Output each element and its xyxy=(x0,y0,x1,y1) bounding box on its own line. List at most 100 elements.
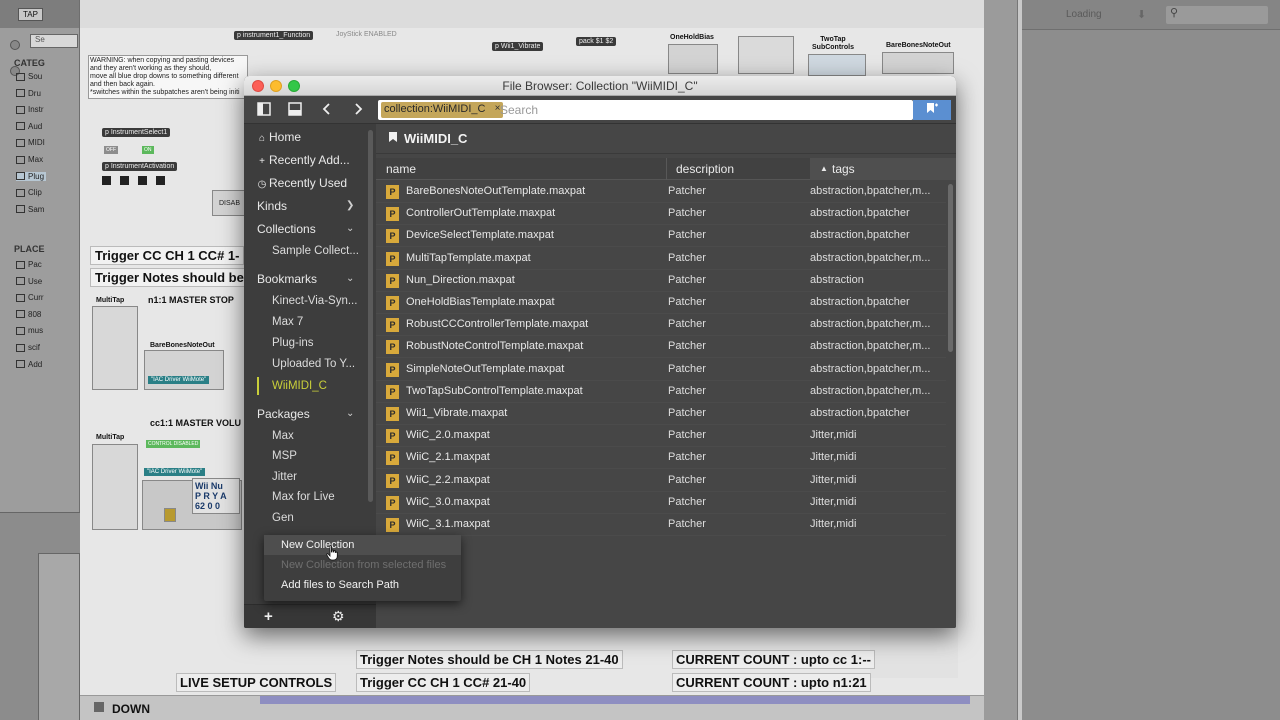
table-row[interactable]: P TwoTapSubControlTemplate.maxpat Patcher a… xyxy=(376,381,946,403)
pack-object[interactable]: pack $1 $2 xyxy=(576,37,617,46)
toggle-3[interactable] xyxy=(138,176,147,185)
table-row[interactable]: P RobustCCControllerTemplate.maxpat Patche… xyxy=(376,314,946,337)
column-divider[interactable] xyxy=(666,158,667,180)
on-toggle[interactable]: ON xyxy=(142,146,154,154)
live-place-item[interactable]: Add xyxy=(16,360,42,369)
window-titlebar[interactable]: File Browser: Collection "WiiMIDI_C" xyxy=(244,76,956,96)
live-category-item[interactable]: Max xyxy=(16,155,43,164)
sidebar-item-max7[interactable]: Max 7 xyxy=(272,313,376,331)
sidebar-item-kinds[interactable]: Kinds xyxy=(257,197,376,215)
file-name-cell: WiiC_3.0.maxpat xyxy=(406,495,490,508)
table-row[interactable]: P BareBonesNoteOutTemplate.maxpat Patcher a… xyxy=(376,181,946,203)
live-search-field[interactable]: Se xyxy=(30,34,78,48)
file-name-cell: TwoTapSubControlTemplate.maxpat xyxy=(406,384,583,397)
chevron-down-icon[interactable]: ⌄ xyxy=(346,223,354,234)
sidebar-item-recently-added[interactable]: + Recently Add... xyxy=(244,151,368,169)
live-place-label: mus xyxy=(28,326,44,336)
sidebar-item-wiimidi-c[interactable]: WiiMIDI_C xyxy=(272,377,376,395)
sidebar-item-recently-used[interactable]: ◷ Recently Used xyxy=(244,174,368,192)
search-bar[interactable]: collection:WiiMIDI_C × xyxy=(378,100,913,120)
sidebar-item-pkg-max[interactable]: Max xyxy=(272,427,376,445)
live-place-item[interactable]: Use xyxy=(16,277,42,286)
sidebar-item-label: Home xyxy=(269,130,302,144)
chevron-down-icon[interactable]: ⌄ xyxy=(346,408,354,419)
file-list-scrollbar[interactable] xyxy=(948,184,953,352)
column-tags[interactable]: tags xyxy=(832,162,855,176)
toggle-2[interactable] xyxy=(120,176,129,185)
table-row[interactable]: P RobustNoteControlTemplate.maxpat Patcher… xyxy=(376,336,946,359)
instrument-function-object[interactable]: p instrument1_Function xyxy=(234,31,314,40)
chevron-right-icon[interactable]: ❯ xyxy=(346,200,354,211)
sidebar-item-uploaded[interactable]: Uploaded To Y... xyxy=(272,355,376,373)
lock-icon[interactable] xyxy=(94,702,104,712)
live-category-item[interactable]: Aud xyxy=(16,122,42,131)
live-place-item[interactable]: scif xyxy=(16,343,40,352)
instrument-activation-object[interactable]: p InstrumentActivation xyxy=(102,162,178,171)
disable-box[interactable]: DISAB xyxy=(212,190,248,216)
table-row[interactable]: P WiiC_3.1.maxpat Patcher Jitter,midi xyxy=(376,514,946,536)
wii-vibrate-object[interactable]: p Wii1_Vibrate xyxy=(492,42,544,51)
file-description-cell: Patcher xyxy=(668,473,706,486)
table-row[interactable]: P WiiC_2.1.maxpat Patcher Jitter,midi xyxy=(376,447,946,470)
menu-item-new-collection[interactable]: New Collection xyxy=(264,535,461,555)
tap-button[interactable]: TAP xyxy=(18,7,43,21)
collection-title: WiiMIDI_C xyxy=(404,131,468,146)
live-category-item[interactable]: MIDI xyxy=(16,138,45,147)
sidebar-item-sample-collection[interactable]: Sample Collect... xyxy=(272,242,376,260)
sidebar-item-pkg-msp[interactable]: MSP xyxy=(272,447,376,465)
sidebar-item-bookmarks[interactable]: Bookmarks xyxy=(257,270,376,288)
iac-driver-menu-2[interactable]: "IAC Driver WiiMote" xyxy=(144,468,206,476)
column-description[interactable]: description xyxy=(676,162,734,176)
forward-icon[interactable] xyxy=(350,102,366,118)
collection-filter-chip[interactable]: collection:WiiMIDI_C × xyxy=(381,102,504,118)
preview-pane-icon[interactable] xyxy=(287,102,303,118)
toggle-4[interactable] xyxy=(156,176,165,185)
sidebar-item-packages[interactable]: Packages xyxy=(257,405,376,423)
right-pane-search-field[interactable]: ⚲ xyxy=(1166,6,1268,24)
table-row[interactable]: P MultiTapTemplate.maxpat Patcher abstracti… xyxy=(376,248,946,270)
sidebar-item-plugins[interactable]: Plug-ins xyxy=(272,334,376,352)
iac-driver-menu-1[interactable]: "IAC Driver WiiMote" xyxy=(148,376,210,384)
table-row[interactable]: P WiiC_2.2.maxpat Patcher Jitter,midi xyxy=(376,470,946,492)
instrument-select-object[interactable]: p InstrumentSelect1 xyxy=(102,128,171,137)
live-category-item[interactable]: Dru xyxy=(16,89,41,98)
control-enabled-toggle[interactable]: CONTROL DISABLED xyxy=(146,440,201,448)
back-icon[interactable] xyxy=(319,102,335,118)
table-row[interactable]: P DeviceSelectTemplate.maxpat Patcher abstr… xyxy=(376,225,946,248)
download-icon[interactable]: ⬇ xyxy=(1137,8,1146,21)
live-side-button-1[interactable] xyxy=(10,40,20,50)
sidebar-item-pkg-max-for-live[interactable]: Max for Live xyxy=(272,488,376,506)
sidebar-item-collections[interactable]: Collections xyxy=(257,220,376,238)
off-toggle[interactable]: OFF xyxy=(104,146,118,154)
gear-icon[interactable]: ⚙ xyxy=(332,608,345,625)
sidebar-item-kinect[interactable]: Kinect-Via-Syn... xyxy=(272,292,376,310)
bookmark-add-icon[interactable] xyxy=(913,100,951,120)
sidebar-item-pkg-jitter[interactable]: Jitter xyxy=(272,468,376,486)
table-row[interactable]: P SimpleNoteOutTemplate.maxpat Patcher abst… xyxy=(376,359,946,381)
live-category-item[interactable]: Plug xyxy=(16,171,47,181)
chevron-down-icon[interactable]: ⌄ xyxy=(346,273,354,284)
live-category-item[interactable]: Instr xyxy=(16,105,44,114)
table-row[interactable]: P Nun_Direction.maxpat Patcher abstraction xyxy=(376,270,946,292)
live-place-item[interactable]: Curr xyxy=(16,293,44,302)
live-category-item[interactable]: Sam xyxy=(16,205,44,214)
table-row[interactable]: P ControllerOutTemplate.maxpat Patcher abst… xyxy=(376,203,946,226)
search-input[interactable] xyxy=(500,101,900,119)
sidebar-item-home[interactable]: ⌂ Home xyxy=(244,128,368,146)
live-category-item[interactable]: Clip xyxy=(16,188,42,197)
sidebar-toggle-icon[interactable] xyxy=(256,102,272,118)
column-name[interactable]: name xyxy=(386,162,416,176)
live-place-item[interactable]: 808 xyxy=(16,310,41,319)
table-row[interactable]: P Wii1_Vibrate.maxpat Patcher abstraction,b… xyxy=(376,403,946,425)
live-place-item[interactable]: mus xyxy=(16,326,43,335)
table-row[interactable]: P WiiC_2.0.maxpat Patcher Jitter,midi xyxy=(376,425,946,448)
menu-item-add-to-search-path[interactable]: Add files to Search Path xyxy=(264,575,461,595)
table-row[interactable]: P WiiC_3.0.maxpat Patcher Jitter,midi xyxy=(376,492,946,514)
toggle-1[interactable] xyxy=(102,176,111,185)
table-row[interactable]: P OneHoldBiasTemplate.maxpat Patcher abstra… xyxy=(376,292,946,314)
live-category-item[interactable]: Sou xyxy=(16,72,42,81)
sidebar-item-pkg-gen[interactable]: Gen xyxy=(272,509,376,527)
sidebar-scrollbar[interactable] xyxy=(368,130,373,502)
add-menu-icon[interactable]: + xyxy=(264,608,273,625)
live-place-item[interactable]: Pac xyxy=(16,260,42,269)
